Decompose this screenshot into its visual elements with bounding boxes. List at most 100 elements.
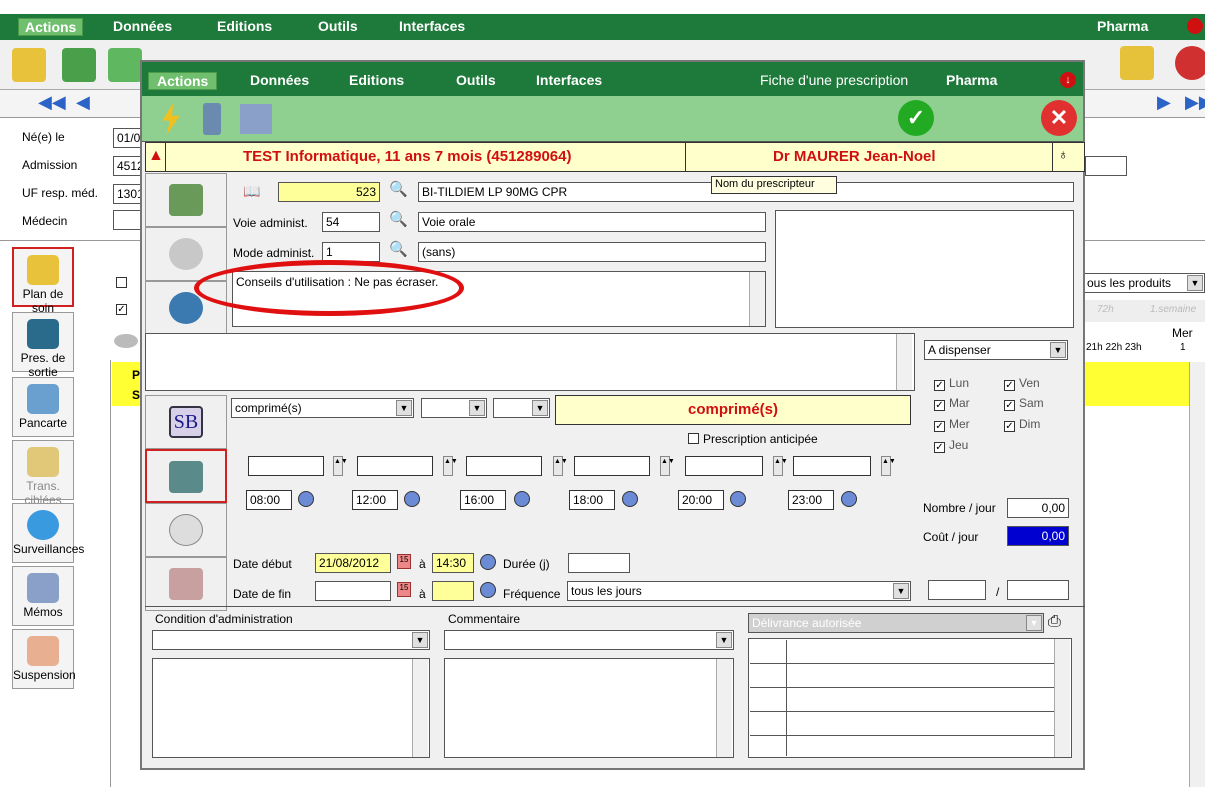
qty-spinner-3[interactable]: ▲▼ bbox=[553, 456, 568, 476]
notes-box[interactable] bbox=[775, 210, 1074, 328]
mode-value-field[interactable]: (sans) bbox=[418, 242, 766, 262]
time-field-3[interactable]: 16:00 bbox=[460, 490, 506, 510]
clock-icon[interactable] bbox=[730, 491, 746, 507]
anticipee-checkbox[interactable]: Prescription anticipée bbox=[688, 432, 818, 446]
dialog-menu-pharma[interactable]: Pharma bbox=[946, 72, 997, 88]
clock-icon[interactable] bbox=[622, 491, 638, 507]
qty-field-1[interactable] bbox=[248, 456, 324, 476]
time-field-5[interactable]: 20:00 bbox=[678, 490, 724, 510]
dialog-menu-interfaces[interactable]: Interfaces bbox=[536, 72, 602, 88]
sb-icon-button[interactable]: SB bbox=[145, 395, 227, 449]
memo-edit-icon[interactable] bbox=[240, 104, 272, 134]
uf-field[interactable]: 1301 bbox=[113, 184, 143, 204]
frequence-select[interactable]: tous les jours ▼ bbox=[567, 581, 911, 601]
commentaire-select[interactable]: ▼ bbox=[444, 630, 734, 650]
clock-chart-icon-button[interactable] bbox=[145, 503, 227, 557]
condition-scrollbar[interactable] bbox=[412, 659, 428, 757]
dialog-menu-outils[interactable]: Outils bbox=[456, 72, 496, 88]
clock-icon[interactable] bbox=[480, 554, 496, 570]
medecin-field[interactable] bbox=[113, 210, 143, 230]
heure-fin-field[interactable] bbox=[432, 581, 474, 601]
next-record-icon[interactable]: ▶ bbox=[1157, 92, 1171, 113]
eye-icon[interactable] bbox=[114, 334, 138, 348]
voie-value-field[interactable]: Voie orale bbox=[418, 212, 766, 232]
qty-field-3[interactable] bbox=[466, 456, 542, 476]
bg-scrollbar[interactable] bbox=[1189, 362, 1205, 787]
clock-icon[interactable] bbox=[298, 491, 314, 507]
search-icon[interactable]: 🔍 bbox=[389, 240, 408, 258]
sidebar-item-surveillances[interactable]: Surveillances bbox=[12, 503, 84, 563]
sidebar-item-plan-de-soin[interactable]: Plan de soin bbox=[12, 247, 74, 315]
schedule-icon-button[interactable] bbox=[145, 449, 227, 503]
day-sam-checkbox[interactable]: ✓ Sam bbox=[1004, 396, 1044, 411]
delivrance-select[interactable]: Délivrance autorisée ▼ bbox=[748, 613, 1044, 633]
duree-field[interactable] bbox=[568, 553, 630, 573]
last-record-icon[interactable]: ▶▶ bbox=[1185, 92, 1205, 113]
menu-donnees[interactable]: Données bbox=[113, 18, 172, 34]
printer-icon[interactable]: ⎙ bbox=[1048, 613, 1072, 635]
menu-pharma[interactable]: Pharma bbox=[1097, 18, 1148, 34]
qty-field-5[interactable] bbox=[685, 456, 763, 476]
bg-field-right[interactable] bbox=[1085, 156, 1127, 176]
day-lun-checkbox[interactable]: ✓ Lun bbox=[934, 376, 969, 391]
commentaire-box[interactable] bbox=[444, 658, 734, 758]
menu-interfaces[interactable]: Interfaces bbox=[399, 18, 465, 34]
warning-icon[interactable]: ▲ bbox=[148, 147, 164, 164]
dialog-menu-donnees[interactable]: Données bbox=[250, 72, 309, 88]
unit-select-3[interactable]: ▼ bbox=[493, 398, 550, 418]
cancel-icon[interactable]: ✕ bbox=[1041, 100, 1077, 136]
conseils-scrollbar[interactable] bbox=[749, 272, 765, 326]
dialog-menu-editions[interactable]: Editions bbox=[349, 72, 404, 88]
qty-spinner-2[interactable]: ▲▼ bbox=[443, 456, 458, 476]
bg-checkbox-1[interactable] bbox=[116, 276, 131, 290]
qty-spinner-5[interactable]: ▲▼ bbox=[773, 456, 788, 476]
stethoscope-icon[interactable]: ♁ bbox=[1058, 146, 1078, 166]
admission-field[interactable]: 4512 bbox=[113, 156, 143, 176]
product-code-field[interactable]: 523 bbox=[278, 182, 380, 202]
day-mer-checkbox[interactable]: ✓ Mer bbox=[934, 417, 970, 432]
day-dim-checkbox[interactable]: ✓ Dim bbox=[1004, 417, 1040, 432]
device-icon[interactable] bbox=[203, 103, 221, 135]
bg-checkbox-2[interactable]: ✓ bbox=[116, 300, 131, 315]
validate-icon[interactable]: ✓ bbox=[898, 100, 934, 136]
sign-icon-button[interactable] bbox=[145, 557, 227, 611]
qty-field-2[interactable] bbox=[357, 456, 433, 476]
ratio-field-1[interactable] bbox=[928, 580, 986, 600]
delivrance-grid[interactable] bbox=[748, 638, 1072, 758]
sidebar-item-pancarte[interactable]: Pancarte bbox=[12, 377, 74, 437]
menu-editions[interactable]: Editions bbox=[217, 18, 272, 34]
clock-icon[interactable] bbox=[480, 582, 496, 598]
condition-select[interactable]: ▼ bbox=[152, 630, 430, 650]
posology-scrollbar[interactable] bbox=[896, 334, 912, 390]
menu-outils[interactable]: Outils bbox=[318, 18, 358, 34]
add-document-icon[interactable] bbox=[62, 48, 96, 82]
dispense-select[interactable]: A dispenser ▼ bbox=[924, 340, 1068, 360]
qty-spinner-6[interactable]: ▲▼ bbox=[881, 456, 896, 476]
sidebar-item-pres-sortie[interactable]: Pres. de sortie bbox=[12, 312, 74, 379]
qty-spinner-4[interactable]: ▲▼ bbox=[660, 456, 675, 476]
first-record-icon[interactable]: ◀◀ bbox=[38, 92, 66, 113]
date-fin-field[interactable] bbox=[315, 581, 391, 601]
condition-box[interactable] bbox=[152, 658, 430, 758]
time-field-4[interactable]: 18:00 bbox=[569, 490, 615, 510]
mode-code-field[interactable]: 1 bbox=[322, 242, 380, 262]
time-field-6[interactable]: 23:00 bbox=[788, 490, 834, 510]
commentaire-scrollbar[interactable] bbox=[716, 659, 732, 757]
calendar-icon[interactable]: 15 bbox=[397, 582, 411, 597]
cout-field[interactable]: 0,00 bbox=[1007, 526, 1069, 546]
unit-select-2[interactable]: ▼ bbox=[421, 398, 487, 418]
clock-icon[interactable] bbox=[404, 491, 420, 507]
unit-select[interactable]: comprimé(s) ▼ bbox=[231, 398, 414, 418]
delivrance-scrollbar[interactable] bbox=[1054, 639, 1070, 757]
heure-debut-field[interactable]: 14:30 bbox=[432, 553, 474, 573]
time-field-2[interactable]: 12:00 bbox=[352, 490, 398, 510]
menu-actions[interactable]: Actions bbox=[18, 18, 84, 36]
search-icon[interactable]: 🔍 bbox=[389, 210, 408, 228]
alert-icon[interactable] bbox=[1187, 18, 1203, 34]
sidebar-item-suspension[interactable]: Suspension bbox=[12, 629, 76, 689]
nombre-field[interactable]: 0,00 bbox=[1007, 498, 1069, 518]
day-jeu-checkbox[interactable]: ✓ Jeu bbox=[934, 438, 968, 453]
lock-icon[interactable] bbox=[1120, 46, 1154, 80]
qty-field-4[interactable] bbox=[574, 456, 650, 476]
qty-field-6[interactable] bbox=[793, 456, 871, 476]
